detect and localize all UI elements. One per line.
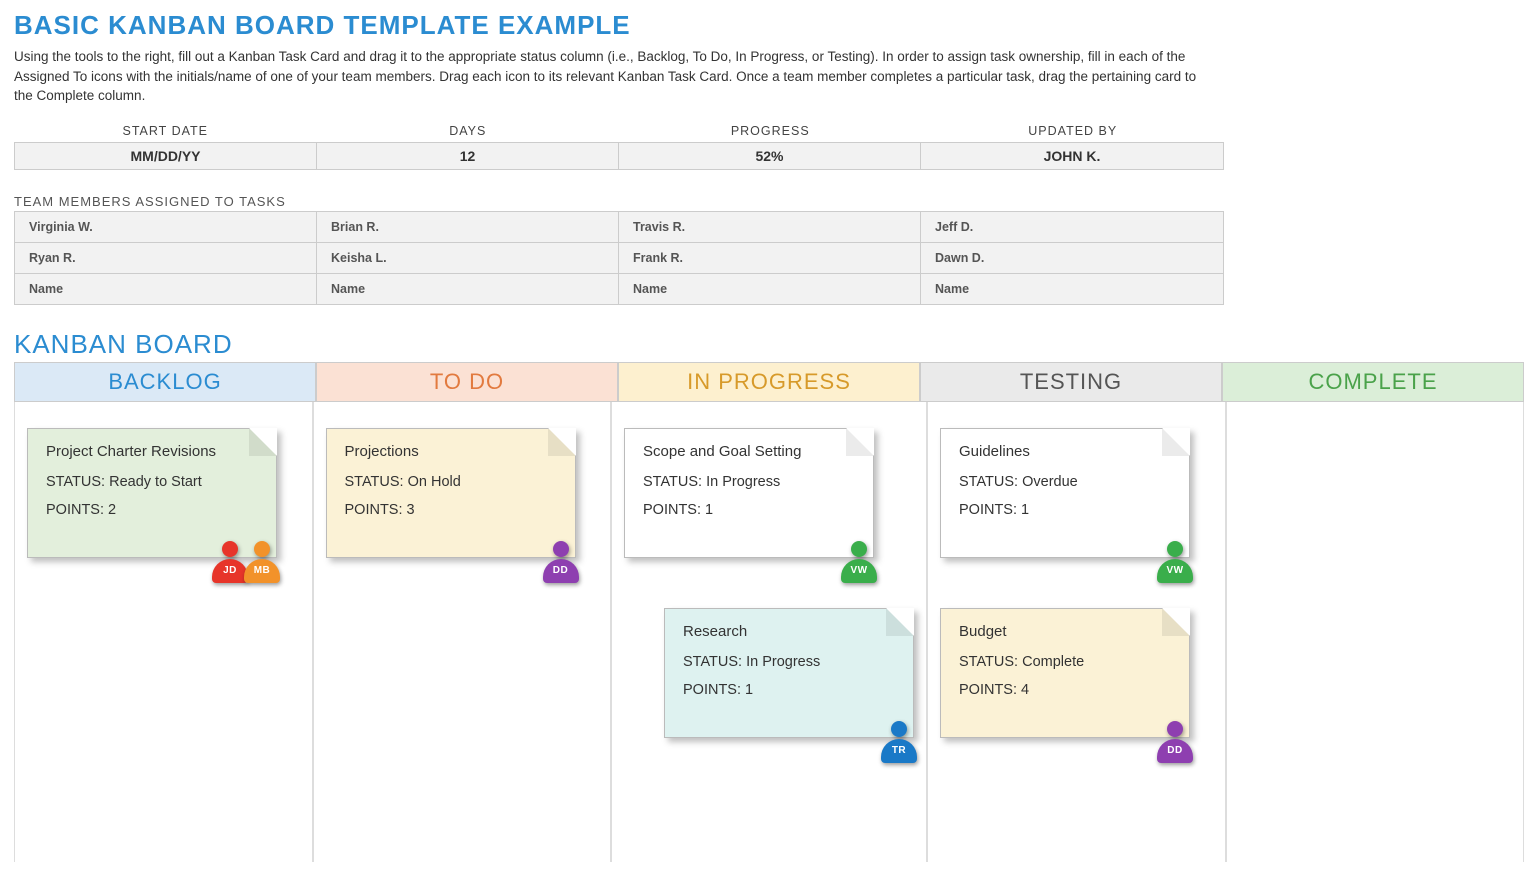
team-members-heading: TEAM MEMBERS ASSIGNED TO TASKS xyxy=(14,194,1523,209)
kanban-card[interactable]: ResearchSTATUS: In ProgressPOINTS: 1TR xyxy=(664,608,914,738)
column-header-complete: COMPLETE xyxy=(1222,362,1524,402)
card-fold-corner xyxy=(1162,428,1190,456)
avatar-initials: MB xyxy=(254,565,271,576)
meta-label-days: DAYS xyxy=(317,120,620,142)
kanban-board: Project Charter Revisions STATUS: Ready t… xyxy=(14,402,1524,862)
person-icon[interactable]: MB xyxy=(242,539,282,583)
avatar-initials: VW xyxy=(1166,565,1183,576)
card-status: STATUS: In Progress xyxy=(643,474,855,490)
card-points: POINTS: 1 xyxy=(643,502,855,518)
kanban-card[interactable]: GuidelinesSTATUS: OverduePOINTS: 1VW xyxy=(940,428,1190,558)
card-points: POINTS: 1 xyxy=(959,502,1171,518)
card-fold-corner xyxy=(548,428,576,456)
column-testing[interactable]: Guidelines STATUS: Overdue POINTS: 1 VW Budg… xyxy=(927,402,1226,862)
team-member-cell[interactable]: Virginia W. xyxy=(15,212,317,243)
column-header-in-progress: IN PROGRESS xyxy=(618,362,920,402)
avatar-initials: DD xyxy=(553,565,568,576)
column-header-todo: TO DO xyxy=(316,362,618,402)
card-title: Guidelines xyxy=(959,443,1171,460)
column-header-backlog: BACKLOG xyxy=(14,362,316,402)
team-members-table: Virginia W.Brian R.Travis R.Jeff D. Ryan … xyxy=(14,211,1224,305)
page-title: BASIC KANBAN BOARD TEMPLATE EXAMPLE xyxy=(14,10,1523,41)
meta-label-updated-by: UPDATED BY xyxy=(922,120,1225,142)
person-icon[interactable]: VW xyxy=(1155,539,1195,583)
card-status: STATUS: Ready to Start xyxy=(46,474,258,490)
avatar-initials: JD xyxy=(223,565,237,576)
team-member-cell[interactable]: Jeff D. xyxy=(921,212,1223,243)
team-member-cell[interactable]: Name xyxy=(15,274,317,304)
card-status: STATUS: On Hold xyxy=(345,474,557,490)
meta-label-start-date: START DATE xyxy=(14,120,317,142)
kanban-card[interactable]: Scope and Goal Setting STATUS: In Progres… xyxy=(624,428,874,558)
card-avatars: VW xyxy=(1163,539,1195,583)
card-fold-corner xyxy=(846,428,874,456)
kanban-card[interactable]: Project Charter Revisions STATUS: Ready t… xyxy=(27,428,277,558)
team-member-cell[interactable]: Brian R. xyxy=(317,212,619,243)
card-avatars: TR xyxy=(887,719,919,763)
team-member-cell[interactable]: Name xyxy=(921,274,1223,304)
person-icon[interactable]: VW xyxy=(839,539,879,583)
column-header-testing: TESTING xyxy=(920,362,1222,402)
card-title: Projections xyxy=(345,443,557,460)
card-avatars: DD xyxy=(1163,719,1195,763)
kanban-card[interactable]: ProjectionsSTATUS: On HoldPOINTS: 3DD xyxy=(326,428,576,558)
card-avatars: JD MB xyxy=(218,539,282,583)
card-status: STATUS: Complete xyxy=(959,654,1171,670)
card-fold-corner xyxy=(249,428,277,456)
card-title: Project Charter Revisions xyxy=(46,443,258,460)
column-complete[interactable] xyxy=(1226,402,1525,862)
meta-label-progress: PROGRESS xyxy=(619,120,922,142)
avatar-initials: DD xyxy=(1167,745,1182,756)
meta-value-days[interactable]: 12 xyxy=(317,143,619,169)
meta-value-updated-by[interactable]: JOHN K. xyxy=(921,143,1223,169)
person-icon[interactable]: TR xyxy=(879,719,919,763)
team-member-cell[interactable]: Ryan R. xyxy=(15,243,317,274)
meta-header-row: START DATE DAYS PROGRESS UPDATED BY xyxy=(14,120,1224,142)
column-backlog[interactable]: Project Charter Revisions STATUS: Ready t… xyxy=(14,402,313,862)
column-in-progress[interactable]: Scope and Goal Setting STATUS: In Progres… xyxy=(611,402,927,862)
kanban-heading: KANBAN BOARD xyxy=(14,329,1523,360)
team-member-cell[interactable]: Frank R. xyxy=(619,243,921,274)
card-points: POINTS: 3 xyxy=(345,502,557,518)
avatar-initials: TR xyxy=(892,745,906,756)
card-fold-corner xyxy=(886,608,914,636)
team-member-cell[interactable]: Name xyxy=(619,274,921,304)
team-member-cell[interactable]: Travis R. xyxy=(619,212,921,243)
card-fold-corner xyxy=(1162,608,1190,636)
team-member-cell[interactable]: Name xyxy=(317,274,619,304)
card-avatars: DD xyxy=(549,539,581,583)
card-avatars: VW xyxy=(847,539,879,583)
meta-value-progress[interactable]: 52% xyxy=(619,143,921,169)
card-title: Research xyxy=(683,623,895,640)
meta-value-row: MM/DD/YY 12 52% JOHN K. xyxy=(14,142,1224,170)
page-description: Using the tools to the right, fill out a… xyxy=(14,47,1214,106)
avatar-initials: VW xyxy=(850,565,867,576)
card-points: POINTS: 2 xyxy=(46,502,258,518)
card-points: POINTS: 1 xyxy=(683,682,895,698)
person-icon[interactable]: DD xyxy=(541,539,581,583)
team-member-cell[interactable]: Keisha L. xyxy=(317,243,619,274)
card-title: Scope and Goal Setting xyxy=(643,443,855,460)
kanban-card[interactable]: BudgetSTATUS: CompletePOINTS: 4DD xyxy=(940,608,1190,738)
meta-value-start-date[interactable]: MM/DD/YY xyxy=(15,143,317,169)
column-todo[interactable]: Projections STATUS: On Hold POINTS: 3 DD xyxy=(313,402,612,862)
kanban-column-headers: BACKLOG TO DO IN PROGRESS TESTING COMPLE… xyxy=(14,362,1524,402)
card-points: POINTS: 4 xyxy=(959,682,1171,698)
card-status: STATUS: In Progress xyxy=(683,654,895,670)
person-icon[interactable]: DD xyxy=(1155,719,1195,763)
card-title: Budget xyxy=(959,623,1171,640)
team-member-cell[interactable]: Dawn D. xyxy=(921,243,1223,274)
card-status: STATUS: Overdue xyxy=(959,474,1171,490)
